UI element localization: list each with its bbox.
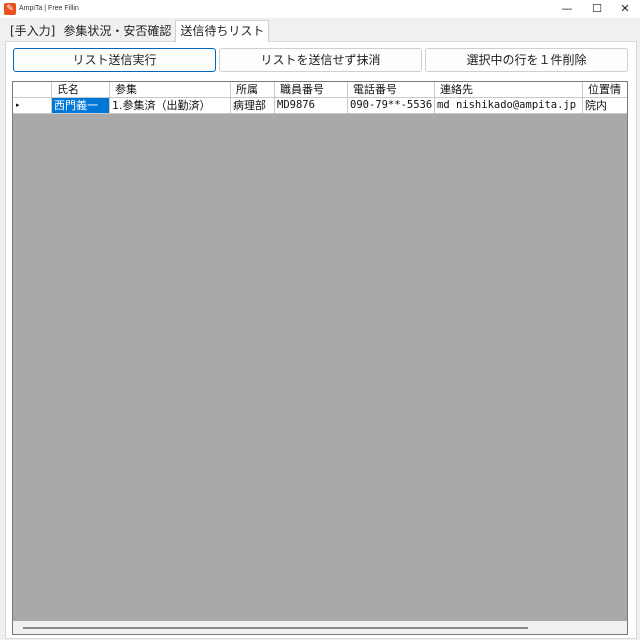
- minimize-button[interactable]: —: [552, 0, 582, 18]
- send-list-button[interactable]: リスト送信実行: [13, 48, 216, 72]
- window-title: AmpiTa | Free Fillin: [19, 5, 79, 12]
- app-logo-icon: ✎: [4, 3, 16, 15]
- column-header-contact[interactable]: 連絡先: [435, 82, 583, 98]
- tab-manual-input[interactable]: [手入力]: [6, 21, 59, 41]
- grid-header-row: 氏名 参集 所属 職員番号 電話番号 連絡先 位置情: [13, 82, 627, 98]
- cell-location[interactable]: 院内: [583, 98, 627, 114]
- cell-name[interactable]: 西門義一: [52, 98, 110, 114]
- cell-contact[interactable]: md nishikado@ampita.jp: [435, 98, 583, 114]
- cell-staff-id[interactable]: MD9876: [275, 98, 348, 114]
- maximize-button[interactable]: ☐: [582, 0, 612, 18]
- close-button[interactable]: ✕: [610, 0, 640, 18]
- column-header-staff-id[interactable]: 職員番号: [275, 82, 348, 98]
- row-indicator-icon[interactable]: ▸: [13, 98, 52, 114]
- send-queue-grid[interactable]: 氏名 参集 所属 職員番号 電話番号 連絡先 位置情 ▸ 西門義一 1.参集済（…: [12, 81, 628, 635]
- cell-phone[interactable]: 090-79**-5536: [348, 98, 435, 114]
- table-row[interactable]: ▸ 西門義一 1.参集済（出勤済） 病理部 MD9876 090-79**-55…: [13, 98, 627, 114]
- column-header-location[interactable]: 位置情: [583, 82, 627, 98]
- column-header-department[interactable]: 所属: [231, 82, 275, 98]
- cell-department[interactable]: 病理部: [231, 98, 275, 114]
- column-header-name[interactable]: 氏名: [52, 82, 110, 98]
- discard-list-button[interactable]: リストを送信せず抹消: [219, 48, 422, 72]
- scrollbar-thumb[interactable]: [23, 627, 528, 629]
- delete-selected-row-button[interactable]: 選択中の行を１件削除: [425, 48, 628, 72]
- title-bar[interactable]: ✎ AmpiTa | Free Fillin — ☐ ✕: [0, 0, 640, 18]
- tab-strip: [手入力] 参集状況・安否確認 送信待ちリスト: [6, 20, 270, 42]
- column-header-phone[interactable]: 電話番号: [348, 82, 435, 98]
- tab-send-queue[interactable]: 送信待ちリスト: [175, 20, 270, 42]
- row-header-corner[interactable]: [13, 82, 52, 98]
- tab-attendance-status[interactable]: 参集状況・安否確認: [59, 21, 175, 41]
- app-window: ✎ AmpiTa | Free Fillin — ☐ ✕ [手入力] 参集状況・…: [0, 0, 640, 640]
- horizontal-scrollbar[interactable]: [13, 621, 627, 634]
- cell-attendance[interactable]: 1.参集済（出勤済）: [110, 98, 231, 114]
- column-header-attendance[interactable]: 参集: [110, 82, 231, 98]
